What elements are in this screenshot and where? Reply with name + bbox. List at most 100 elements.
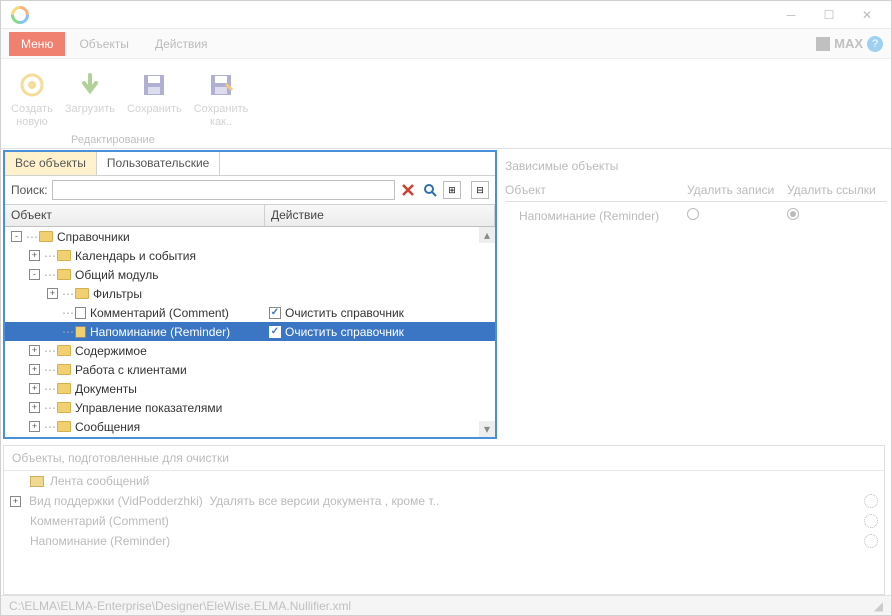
dependent-panel: Зависимые объекты Объект Удалить записи …	[497, 149, 891, 439]
tree-label: Фильтры	[93, 287, 142, 301]
folder-icon	[57, 421, 71, 432]
ribbon-create-new[interactable]: Создать новую	[11, 63, 53, 129]
tree-row[interactable]: +⋯Напоминание (Reminder)Очистить справоч…	[5, 322, 495, 341]
menu-objects[interactable]: Объекты	[67, 32, 141, 56]
action-label: Очистить справочник	[285, 306, 404, 320]
tree-row[interactable]: +⋯Сообщения	[5, 417, 495, 436]
col-object[interactable]: Объект	[5, 205, 265, 226]
folder-icon	[57, 364, 71, 375]
dep-col-object: Объект	[505, 183, 687, 197]
search-row: Поиск: ⊞ ⊟	[5, 176, 495, 205]
close-button[interactable]: ✕	[857, 5, 877, 25]
tree-label: Управление показателями	[75, 401, 222, 415]
search-input[interactable]	[52, 180, 395, 200]
tree-label: Содержимое	[75, 344, 147, 358]
tree-row[interactable]: +⋯Документы	[5, 379, 495, 398]
status-path: C:\ELMA\ELMA-Enterprise\Designer\EleWise…	[9, 599, 351, 613]
save-icon	[138, 69, 170, 101]
scroll-up[interactable]: ▴	[479, 227, 495, 243]
app-icon	[7, 2, 32, 27]
menu-main[interactable]: Меню	[9, 32, 65, 56]
clear-search-button[interactable]	[399, 181, 417, 199]
grid-header: Объект Действие	[5, 205, 495, 227]
folder-icon	[30, 476, 44, 487]
save-as-icon	[205, 69, 237, 101]
minimize-button[interactable]: ─	[781, 5, 801, 25]
ribbon-load[interactable]: Загрузить	[65, 63, 115, 116]
del-links-radio[interactable]	[787, 208, 799, 220]
gear-icon[interactable]	[864, 534, 878, 548]
expander-icon[interactable]: +	[29, 345, 40, 356]
expander-icon[interactable]: +	[29, 364, 40, 375]
action-checkbox[interactable]	[269, 326, 281, 338]
scroll-down[interactable]: ▾	[479, 421, 495, 437]
search-label: Поиск:	[11, 183, 48, 197]
collapse-all-button[interactable]: ⊟	[471, 181, 489, 199]
dependent-header: Объект Удалить записи Удалить ссылки	[505, 179, 887, 202]
action-checkbox[interactable]	[269, 307, 281, 319]
dep-col-del-links: Удалить ссылки	[787, 183, 887, 197]
folder-icon	[57, 269, 71, 280]
new-icon	[16, 69, 48, 101]
help-icon[interactable]: ?	[867, 36, 883, 52]
main-area: Все объекты Пользовательские Поиск: ⊞ ⊟ …	[1, 149, 891, 595]
tree-row[interactable]: -⋯Справочники	[5, 227, 495, 246]
gear-icon[interactable]	[864, 494, 878, 508]
search-button[interactable]	[421, 181, 439, 199]
prepared-label: Комментарий (Comment)	[30, 514, 858, 528]
tree-row[interactable]: -⋯Общий модуль	[5, 265, 495, 284]
license-icon	[816, 37, 830, 51]
download-icon	[74, 69, 106, 101]
prepared-row[interactable]: Комментарий (Comment)	[4, 511, 884, 531]
ribbon-save-as[interactable]: Сохранить как..	[194, 63, 249, 129]
tree-row[interactable]: +⋯Управление показателями	[5, 398, 495, 417]
folder-icon	[57, 402, 71, 413]
folder-icon	[39, 231, 53, 242]
tree-row[interactable]: +⋯Комментарий (Comment)Очистить справочн…	[5, 303, 495, 322]
tree-body[interactable]: ▴ ▾ -⋯Справочники+⋯Календарь и события-⋯…	[5, 227, 495, 437]
dep-row: Напоминание (Reminder)	[505, 202, 887, 229]
resize-grip[interactable]: ◢	[874, 599, 883, 613]
document-icon	[75, 307, 86, 319]
expander-icon[interactable]: -	[29, 269, 40, 280]
expander-icon[interactable]: +	[47, 288, 58, 299]
tab-user-objects[interactable]: Пользовательские	[97, 152, 221, 175]
panel-tabs: Все объекты Пользовательские	[5, 152, 495, 176]
del-records-radio[interactable]	[687, 208, 699, 220]
prepared-label: Вид поддержки (VidPodderzhki) Удалять вс…	[29, 494, 858, 508]
tree-row[interactable]: +⋯Работа с клиентами	[5, 360, 495, 379]
prepared-row[interactable]: Напоминание (Reminder)	[4, 531, 884, 551]
tree-row[interactable]: +⋯Содержимое	[5, 341, 495, 360]
expander-icon[interactable]: +	[29, 383, 40, 394]
expander-icon[interactable]: +	[29, 402, 40, 413]
expand-all-button[interactable]: ⊞	[443, 181, 461, 199]
action-label: Очистить справочник	[285, 325, 404, 339]
expander-icon[interactable]: +	[29, 250, 40, 261]
tree-row[interactable]: +⋯Фильтры	[5, 284, 495, 303]
ribbon: Создать новую Загрузить Сохранить Сохран…	[1, 59, 891, 149]
col-action[interactable]: Действие	[265, 205, 495, 226]
tab-all-objects[interactable]: Все объекты	[5, 152, 97, 175]
dep-row-label: Напоминание (Reminder)	[505, 209, 687, 223]
tree-label: Общий модуль	[75, 268, 158, 282]
prepared-row[interactable]: + Вид поддержки (VidPodderzhki) Удалять …	[4, 491, 884, 511]
max-badge: MAX ?	[816, 36, 891, 52]
folder-icon	[75, 288, 89, 299]
gear-icon[interactable]	[864, 514, 878, 528]
expander-icon[interactable]: +	[10, 496, 21, 507]
expander-icon[interactable]: +	[29, 421, 40, 432]
statusbar: C:\ELMA\ELMA-Enterprise\Designer\EleWise…	[1, 595, 891, 615]
expander-icon[interactable]: -	[11, 231, 22, 242]
tree-label: Напоминание (Reminder)	[90, 325, 230, 339]
menu-actions[interactable]: Действия	[143, 32, 220, 56]
prepared-row[interactable]: Лента сообщений	[4, 471, 884, 491]
menubar: Меню Объекты Действия MAX ?	[1, 29, 891, 59]
folder-icon	[57, 345, 71, 356]
folder-icon	[57, 383, 71, 394]
tree-row[interactable]: +⋯Календарь и события	[5, 246, 495, 265]
maximize-button[interactable]: ☐	[819, 5, 839, 25]
license-label: MAX	[834, 36, 863, 51]
ribbon-save[interactable]: Сохранить	[127, 63, 182, 116]
tree-label: Комментарий (Comment)	[90, 306, 229, 320]
prepared-label: Напоминание (Reminder)	[30, 534, 858, 548]
